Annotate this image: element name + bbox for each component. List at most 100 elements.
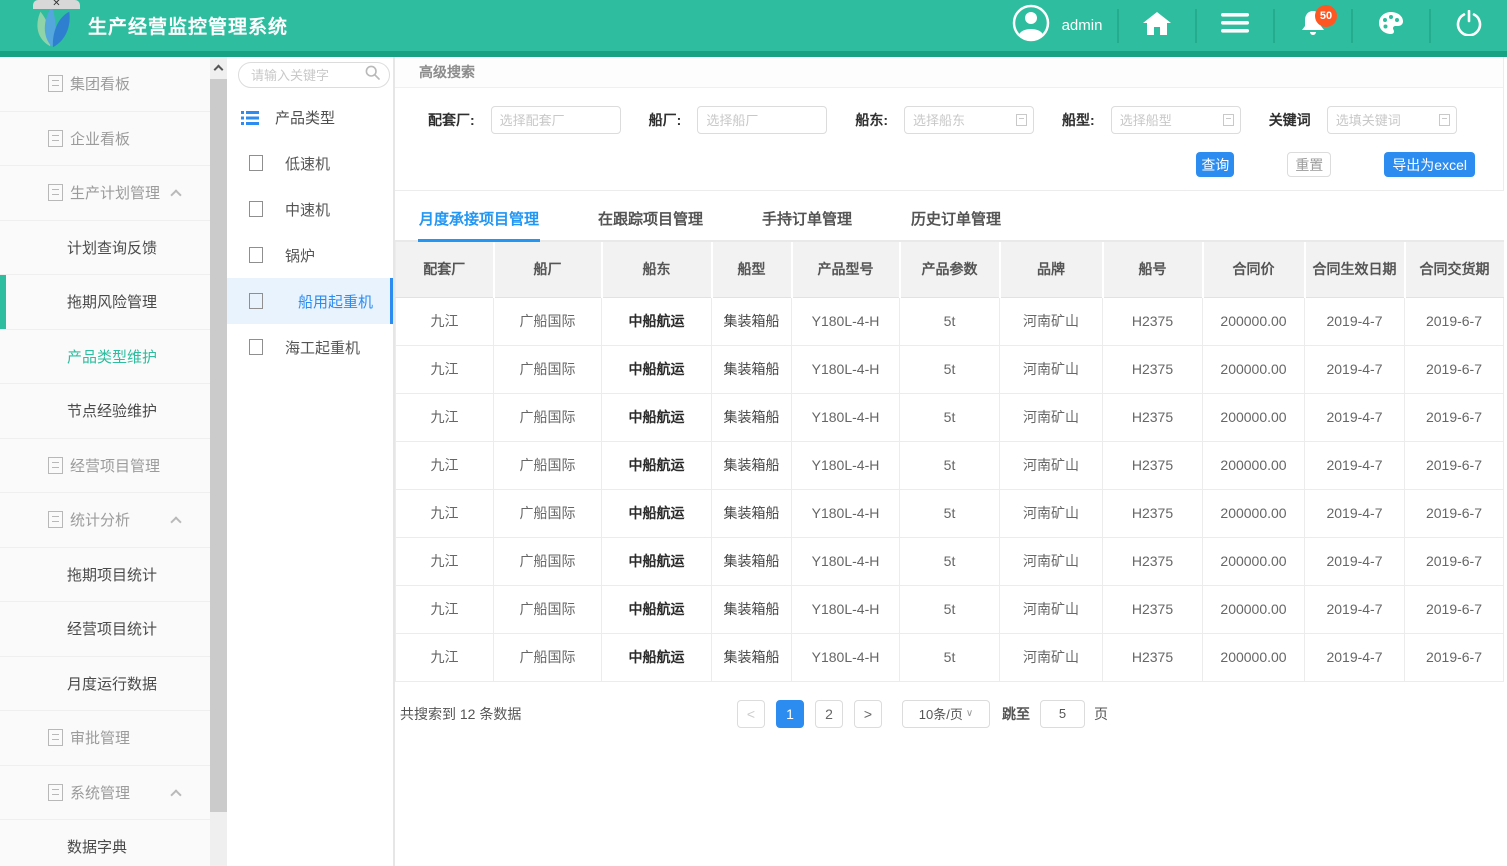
- tree-item-offshore-crane[interactable]: 海工起重机: [227, 324, 393, 370]
- tree-search-input[interactable]: [251, 68, 365, 83]
- table-cell: H2375: [1103, 393, 1203, 441]
- export-excel-button[interactable]: 导出为excel: [1384, 152, 1475, 177]
- table-cell: 集装箱船: [712, 297, 792, 345]
- sidebar-item-delay-risk[interactable]: 拖期风险管理: [0, 275, 210, 330]
- missing-glyph-icon[interactable]: [1016, 114, 1027, 126]
- table-cell: Y180L-4-H: [792, 393, 900, 441]
- menu-toggle-button[interactable]: [1197, 0, 1273, 51]
- browser-tab-close-icon[interactable]: ✕: [33, 0, 80, 9]
- supplier-input[interactable]: [491, 106, 621, 134]
- keyword-input[interactable]: [1327, 106, 1457, 134]
- page-button-2[interactable]: 2: [815, 700, 843, 728]
- home-button[interactable]: [1119, 0, 1195, 51]
- chevron-up-icon: [170, 789, 181, 800]
- sidebar-item-data-dictionary[interactable]: 数据字典: [0, 820, 210, 866]
- sidebar-item-statistics[interactable]: 统计分析: [0, 493, 210, 548]
- jump-page-input[interactable]: [1040, 700, 1085, 728]
- scrollbar-thumb[interactable]: [210, 79, 227, 812]
- shiptype-input[interactable]: [1111, 106, 1241, 134]
- sidebar-scrollbar[interactable]: [210, 57, 227, 866]
- page-size-select[interactable]: 10条/页 ∨: [902, 700, 990, 728]
- reset-button[interactable]: 重置: [1287, 152, 1331, 177]
- tab-tracking-projects[interactable]: 在跟踪项目管理: [597, 199, 704, 242]
- table-cell: 九江: [396, 393, 494, 441]
- missing-glyph-icon[interactable]: [1223, 114, 1234, 126]
- table-row: 九江广船国际中船航运集装箱船Y180L-4-H5t河南矿山H2375200000…: [396, 345, 1504, 393]
- shipowner-input[interactable]: [904, 106, 1034, 134]
- table-cell: 2019-4-7: [1305, 489, 1405, 537]
- shipyard-input[interactable]: [697, 106, 827, 134]
- table-cell: 河南矿山: [1000, 537, 1103, 585]
- next-page-button[interactable]: >: [854, 700, 882, 728]
- missing-glyph-icon[interactable]: [1439, 114, 1450, 126]
- sidebar-nav: 集团看板 企业看板 生产计划管理 计划查询反馈 拖期风险管理: [0, 57, 210, 866]
- missing-glyph-icon: [48, 784, 63, 801]
- result-summary: 共搜索到 12 条数据: [400, 704, 737, 724]
- palette-icon: [1378, 11, 1404, 40]
- table-cell: 5t: [900, 633, 1000, 681]
- table-cell: 5t: [900, 345, 1000, 393]
- sidebar-item-business-stats[interactable]: 经营项目统计: [0, 602, 210, 657]
- query-button[interactable]: 查询: [1196, 152, 1234, 177]
- table-row: 九江广船国际中船航运集装箱船Y180L-4-H5t河南矿山H2375200000…: [396, 633, 1504, 681]
- page-size-value: 10条/页: [919, 704, 963, 723]
- table-cell: 广船国际: [494, 537, 602, 585]
- theme-button[interactable]: [1353, 0, 1429, 51]
- table-cell: 集装箱船: [712, 633, 792, 681]
- table-cell: H2375: [1103, 297, 1203, 345]
- table-cell: 5t: [900, 537, 1000, 585]
- tab-history-orders[interactable]: 历史订单管理: [910, 199, 1002, 242]
- col-header: 船型: [712, 242, 792, 297]
- table-cell: H2375: [1103, 537, 1203, 585]
- table-cell: 2019-4-7: [1305, 441, 1405, 489]
- sidebar-item-product-type[interactable]: 产品类型维护: [0, 330, 210, 385]
- tree-item-boiler[interactable]: 锅炉: [227, 232, 393, 278]
- sidebar-item-group-board[interactable]: 集团看板: [0, 57, 210, 112]
- sidebar-item-approval[interactable]: 审批管理: [0, 711, 210, 766]
- tree-root-product-type[interactable]: 产品类型: [227, 107, 393, 128]
- user-menu[interactable]: admin: [997, 0, 1117, 51]
- col-header: 合同价: [1203, 242, 1305, 297]
- sidebar-item-label: 经营项目管理: [70, 455, 160, 476]
- chevron-up-icon: [170, 189, 181, 200]
- tab-monthly-projects[interactable]: 月度承接项目管理: [418, 199, 540, 242]
- sidebar-item-monthly-data[interactable]: 月度运行数据: [0, 657, 210, 712]
- tab-holding-orders[interactable]: 手持订单管理: [761, 199, 853, 242]
- page-button-1[interactable]: 1: [776, 700, 804, 728]
- tree-search-box[interactable]: [238, 62, 390, 88]
- table-row: 九江广船国际中船航运集装箱船Y180L-4-H5t河南矿山H2375200000…: [396, 393, 1504, 441]
- table-cell: 2019-4-7: [1305, 393, 1405, 441]
- notifications-button[interactable]: 50: [1275, 0, 1351, 51]
- table-cell: 200000.00: [1203, 393, 1305, 441]
- table-cell: 广船国际: [494, 489, 602, 537]
- table-cell: 中船航运: [602, 441, 712, 489]
- tree-item-medium-speed-engine[interactable]: 中速机: [227, 186, 393, 232]
- table-row: 九江广船国际中船航运集装箱船Y180L-4-H5t河南矿山H2375200000…: [396, 489, 1504, 537]
- table-cell: 广船国际: [494, 633, 602, 681]
- sidebar-item-node-experience[interactable]: 节点经验维护: [0, 384, 210, 439]
- table-cell: 200000.00: [1203, 585, 1305, 633]
- jump-to-label: 跳至: [1002, 704, 1030, 724]
- logout-button[interactable]: [1431, 0, 1507, 51]
- table-cell: H2375: [1103, 585, 1203, 633]
- table-cell: 九江: [396, 441, 494, 489]
- app-title: 生产经营监控管理系统: [88, 12, 288, 39]
- sidebar-item-system[interactable]: 系统管理: [0, 766, 210, 821]
- field-label: 配套厂:: [428, 110, 475, 130]
- sidebar-item-label: 数据字典: [67, 836, 127, 857]
- prev-page-button[interactable]: <: [737, 700, 765, 728]
- sidebar-item-plan-query[interactable]: 计划查询反馈: [0, 221, 210, 276]
- field-label: 船型:: [1062, 110, 1095, 130]
- tree-item-low-speed-engine[interactable]: 低速机: [227, 140, 393, 186]
- sidebar-item-enterprise-board[interactable]: 企业看板: [0, 112, 210, 167]
- table-cell: 200000.00: [1203, 537, 1305, 585]
- tree-item-label: 海工起重机: [285, 337, 360, 358]
- scroll-up-button[interactable]: [210, 57, 227, 77]
- tree-item-marine-crane[interactable]: 船用起重机: [227, 278, 393, 324]
- sidebar-item-production-plan[interactable]: 生产计划管理: [0, 166, 210, 221]
- table-cell: Y180L-4-H: [792, 345, 900, 393]
- table-cell: 5t: [900, 585, 1000, 633]
- sidebar-item-delay-stats[interactable]: 拖期项目统计: [0, 548, 210, 603]
- field-shipowner: 船东:: [855, 106, 1034, 134]
- sidebar-item-business-project[interactable]: 经营项目管理: [0, 439, 210, 494]
